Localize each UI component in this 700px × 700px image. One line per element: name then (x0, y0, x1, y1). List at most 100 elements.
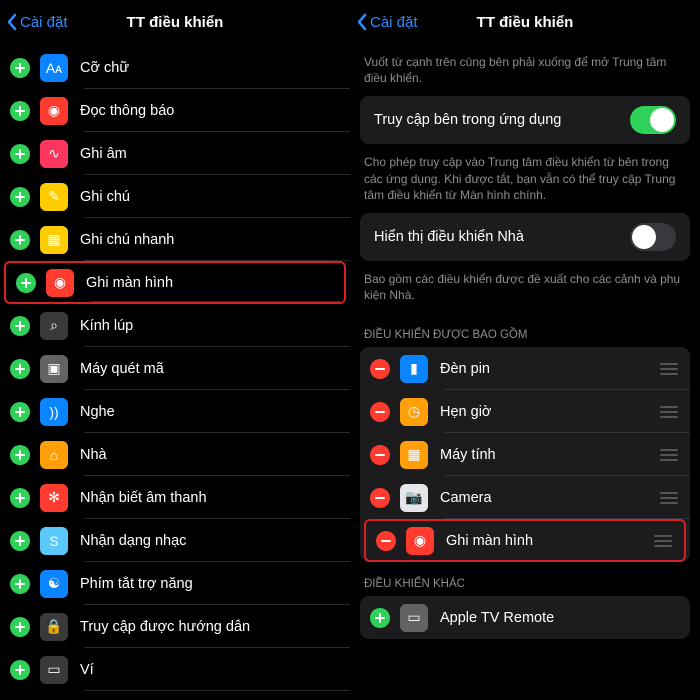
item-label: Ghi màn hình (86, 275, 173, 291)
item-label: Đọc thông báo (80, 103, 174, 119)
drag-handle-icon[interactable] (660, 492, 678, 504)
header: Cài đặt TT điều khiển (350, 0, 700, 44)
app-icon: ◉ (46, 269, 74, 297)
item-label: Ghi âm (80, 146, 127, 162)
list-item[interactable]: ◉ Ghi màn hình (4, 261, 346, 304)
item-label: Camera (440, 490, 492, 506)
list-item[interactable]: ✻ Nhận biết âm thanh (0, 476, 350, 519)
list-item[interactable]: 🔒 Truy cập được hướng dẫn (0, 605, 350, 648)
right-panel: Cài đặt TT điều khiển Vuốt từ cạnh trên … (350, 0, 700, 700)
remove-button[interactable] (376, 531, 396, 551)
item-label: Ghi màn hình (446, 533, 533, 549)
item-label: Máy tính (440, 447, 496, 463)
drag-handle-icon[interactable] (660, 406, 678, 418)
add-button[interactable] (10, 660, 30, 680)
hint-access: Cho phép truy cập vào Trung tâm điều khi… (350, 144, 700, 213)
add-button[interactable] (10, 617, 30, 637)
add-button[interactable] (10, 531, 30, 551)
add-button[interactable] (16, 273, 36, 293)
item-label: Nghe (80, 404, 115, 420)
list-item[interactable]: ◉ Ghi màn hình (364, 519, 686, 562)
header: Cài đặt TT điều khiển (0, 0, 350, 44)
drag-handle-icon[interactable] (660, 449, 678, 461)
app-icon: Aᴀ (40, 54, 68, 82)
item-label: Ví (80, 662, 94, 678)
list-item[interactable]: ⌂Nhà (0, 433, 350, 476)
page-title: TT điều khiển (477, 14, 574, 31)
back-label: Cài đặt (20, 14, 68, 31)
add-button[interactable] (10, 230, 30, 250)
list-item[interactable]: ▦Ghi chú nhanh (0, 218, 350, 261)
item-label: Nhận biết âm thanh (80, 490, 207, 506)
app-icon: 🔒 (40, 613, 68, 641)
list-item[interactable]: ▮Đèn pin (360, 347, 690, 390)
list-item[interactable]: SNhận dạng nhạc (0, 519, 350, 562)
chevron-left-icon (6, 13, 18, 31)
list-item[interactable]: ▭Apple TV Remote (360, 596, 690, 639)
app-icon: ▣ (40, 355, 68, 383)
add-button[interactable] (10, 402, 30, 422)
hint-home: Bao gồm các điều khiển được đề xuất cho … (350, 261, 700, 313)
list-item[interactable]: ◉Đọc thông báo (0, 89, 350, 132)
app-icon: ◉ (406, 527, 434, 555)
toggle-knob (632, 225, 656, 249)
list-item[interactable]: ☯Phím tắt trợ năng (0, 562, 350, 605)
app-icon: )) (40, 398, 68, 426)
back-button[interactable]: Cài đặt (356, 0, 418, 44)
add-button[interactable] (10, 445, 30, 465)
list-item[interactable]: ✎ Ghi chú (0, 175, 350, 218)
item-label: Máy quét mã (80, 361, 164, 377)
remove-button[interactable] (370, 359, 390, 379)
list-item[interactable]: 📷 Camera (360, 476, 690, 519)
list-item[interactable]: ⌕Kính lúp (0, 304, 350, 347)
add-button[interactable] (10, 101, 30, 121)
app-icon: ✻ (40, 484, 68, 512)
item-label: Hẹn giờ (440, 404, 491, 420)
item-label: Ghi chú (80, 189, 130, 205)
app-icon: ▭ (400, 604, 428, 632)
setting-access-in-apps: Truy cập bên trong ứng dụng (360, 96, 690, 144)
more-controls-list: AᴀCỡ chữ◉Đọc thông báo∿Ghi âm✎Ghi chú▦Gh… (0, 44, 350, 691)
list-item[interactable]: Aᴀ Cỡ chữ (0, 46, 350, 89)
setting-label: Truy cập bên trong ứng dụng (374, 112, 561, 128)
app-icon: ⌕ (40, 312, 68, 340)
back-button[interactable]: Cài đặt (6, 0, 68, 44)
item-label: Ghi chú nhanh (80, 232, 174, 248)
list-item[interactable]: ▦ Máy tính (360, 433, 690, 476)
back-label: Cài đặt (370, 14, 418, 31)
list-item[interactable]: ▣ Máy quét mã (0, 347, 350, 390)
remove-button[interactable] (370, 488, 390, 508)
list-item[interactable]: ∿Ghi âm (0, 132, 350, 175)
add-button[interactable] (10, 488, 30, 508)
list-item[interactable]: ◷ Hẹn giờ (360, 390, 690, 433)
add-button[interactable] (10, 359, 30, 379)
add-button[interactable] (10, 574, 30, 594)
app-icon: 📷 (400, 484, 428, 512)
item-label: Nhận dạng nhạc (80, 533, 186, 549)
drag-handle-icon[interactable] (660, 363, 678, 375)
item-label: Phím tắt trợ năng (80, 576, 193, 592)
toggle-access-in-apps[interactable] (630, 106, 676, 134)
app-icon: ✎ (40, 183, 68, 211)
app-icon: ◷ (400, 398, 428, 426)
drag-handle-icon[interactable] (654, 535, 672, 547)
item-label: Cỡ chữ (80, 60, 129, 76)
add-button[interactable] (10, 316, 30, 336)
list-item[interactable]: )) Nghe (0, 390, 350, 433)
toggle-home-controls[interactable] (630, 223, 676, 251)
app-icon: ▦ (400, 441, 428, 469)
remove-button[interactable] (370, 402, 390, 422)
app-icon: ▭ (40, 656, 68, 684)
remove-button[interactable] (370, 445, 390, 465)
add-button[interactable] (370, 608, 390, 628)
add-button[interactable] (10, 144, 30, 164)
item-label: Truy cập được hướng dẫn (80, 619, 250, 635)
other-group: ▭Apple TV Remote (360, 596, 690, 639)
setting-home-controls: Hiển thị điều khiển Nhà (360, 213, 690, 261)
hint-swipe: Vuốt từ cạnh trên cùng bên phải xuống để… (350, 44, 700, 96)
list-item[interactable]: ▭ Ví (0, 648, 350, 691)
add-button[interactable] (10, 187, 30, 207)
add-button[interactable] (10, 58, 30, 78)
app-icon: ▮ (400, 355, 428, 383)
section-other: ĐIỀU KHIỂN KHÁC (350, 562, 700, 596)
